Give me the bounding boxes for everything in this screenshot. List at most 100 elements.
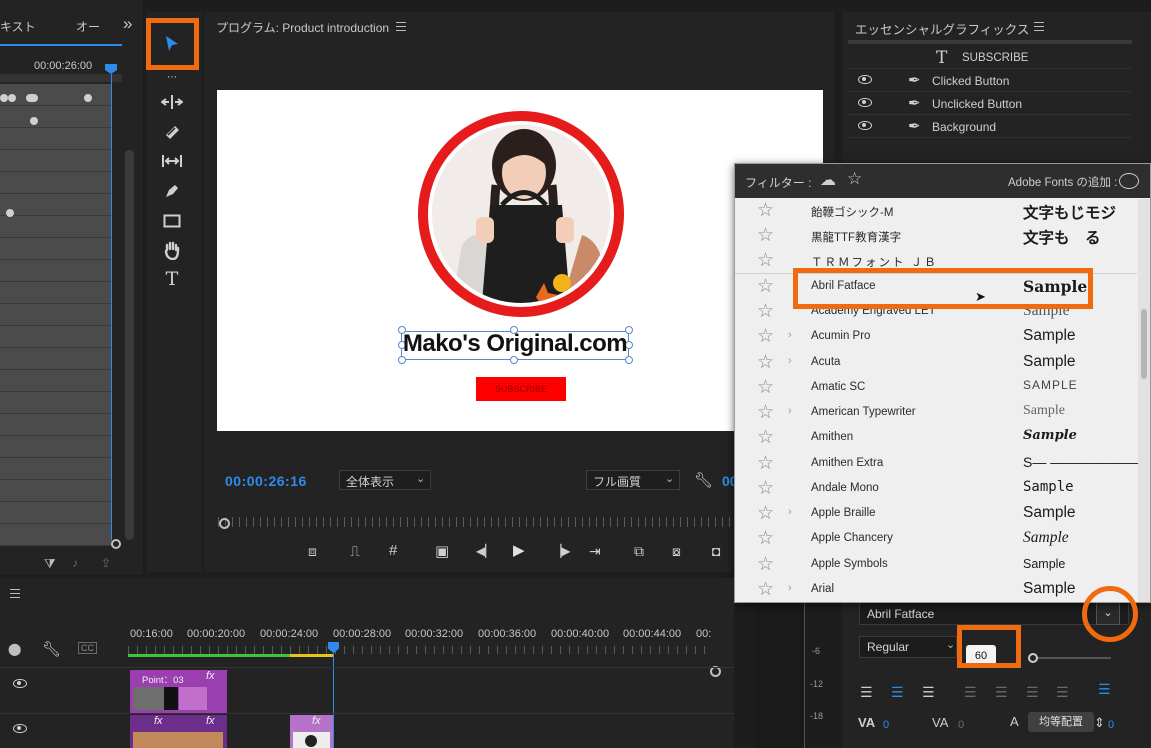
font-list-scroll-thumb[interactable] xyxy=(1141,309,1147,379)
video-clip[interactable]: fx fx xyxy=(130,715,227,748)
font-item[interactable]: ☆ Amatic SC SAMPLE xyxy=(735,376,1137,401)
star-icon[interactable]: ☆ xyxy=(757,352,774,374)
slip-tool-icon[interactable] xyxy=(160,150,184,172)
cloud-filter-icon[interactable]: ☁︎ xyxy=(820,170,836,190)
font-item[interactable]: ☆ › Apple Braille Sample xyxy=(735,502,1137,527)
program-title[interactable]: プログラム: Product introduction xyxy=(216,19,389,36)
go-to-out-icon[interactable]: ⇥ xyxy=(589,543,601,560)
star-icon[interactable]: ☆ xyxy=(757,326,774,348)
eg-menu-icon[interactable] xyxy=(1034,22,1044,31)
align-top-icon[interactable]: ☰ xyxy=(1098,681,1111,698)
font-item[interactable]: ☆ › Acumin Pro Sample xyxy=(735,325,1137,350)
essential-graphics-title[interactable]: エッセンシャルグラフィックス xyxy=(855,19,1029,38)
star-icon[interactable]: ☆ xyxy=(757,478,774,500)
favorites-filter-icon[interactable]: ☆ xyxy=(847,169,862,189)
fit-select[interactable]: 全体表示 ⌄ xyxy=(339,470,431,490)
font-dropdown-list[interactable]: フィルター : ☁︎ ☆ Adobe Fonts の追加 : ☆ 飴鞭ゴシック-… xyxy=(734,163,1151,603)
canvas-title-text[interactable]: Mako's Original.com xyxy=(401,330,629,358)
rectangle-tool-icon[interactable] xyxy=(160,210,184,232)
tracking-icon[interactable]: VA xyxy=(932,715,948,730)
tab-text[interactable]: キスト xyxy=(0,18,36,35)
eye-icon[interactable] xyxy=(858,75,872,84)
program-menu-icon[interactable] xyxy=(396,22,406,31)
star-icon[interactable]: ☆ xyxy=(757,225,774,247)
star-icon[interactable]: ☆ xyxy=(757,276,774,298)
star-icon[interactable]: ☆ xyxy=(757,301,774,323)
vertical-scrollbar[interactable] xyxy=(125,150,134,540)
keyframe-dot[interactable] xyxy=(30,117,38,125)
justify-right-icon[interactable]: ☰ xyxy=(1026,684,1039,701)
extract-icon[interactable]: ⧇ xyxy=(672,543,681,560)
eye-icon[interactable] xyxy=(858,121,872,130)
font-size-slider[interactable] xyxy=(1033,657,1111,659)
graphic-clip[interactable]: Point：03 fx xyxy=(130,670,227,713)
snap-icon[interactable]: ⬤ xyxy=(8,642,21,656)
lift-icon[interactable]: ⧉ xyxy=(634,543,644,560)
font-item[interactable]: ☆ Amithen Extra S— ——————— xyxy=(735,452,1148,477)
star-icon[interactable]: ☆ xyxy=(757,427,774,449)
leading-value[interactable]: 0 xyxy=(1108,719,1114,731)
track-eye-icon[interactable] xyxy=(13,679,27,688)
align-center-icon[interactable]: ☰ xyxy=(891,684,904,701)
step-forward-icon[interactable]: ▕▶ xyxy=(552,544,570,558)
mark-in-icon[interactable]: ⧈ xyxy=(308,543,317,560)
chevron-right-icon[interactable]: › xyxy=(788,355,792,367)
keyframe-dot[interactable] xyxy=(8,94,16,102)
timeline-menu-icon[interactable] xyxy=(10,589,20,598)
pen-tool-icon[interactable] xyxy=(160,180,184,202)
video-clip[interactable]: fx xyxy=(290,715,333,748)
step-back-icon[interactable]: ◀▏ xyxy=(476,544,494,558)
justify-left-icon[interactable]: ☰ xyxy=(964,684,977,701)
program-timecode[interactable]: 00:00:26:16 xyxy=(225,473,307,489)
font-item[interactable]: ☆ › American Typewriter Sample xyxy=(735,401,1137,426)
tab-audio[interactable]: オー xyxy=(76,18,100,35)
kerning-value[interactable]: 0 xyxy=(883,719,889,731)
chevron-right-icon[interactable]: › xyxy=(788,506,792,518)
tracking-value[interactable]: 0 xyxy=(958,719,964,731)
razor-tool-icon[interactable] xyxy=(160,121,184,143)
star-icon[interactable]: ☆ xyxy=(757,528,774,550)
align-left-icon[interactable]: ☰ xyxy=(860,684,873,701)
star-icon[interactable]: ☆ xyxy=(757,250,774,272)
safe-margins-icon[interactable]: ▣ xyxy=(435,542,449,560)
justify-all-icon[interactable]: ☰ xyxy=(1056,684,1069,701)
chevron-right-icon[interactable]: › xyxy=(788,405,792,417)
layer-row-unclicked-button[interactable]: ✒ Unclicked Button xyxy=(848,92,1132,115)
timeline-ruler[interactable] xyxy=(128,646,710,654)
captions-icon[interactable]: CC xyxy=(78,642,97,654)
keyframe-dot[interactable] xyxy=(0,94,8,102)
star-icon[interactable]: ☆ xyxy=(757,377,774,399)
hand-tool-icon[interactable] xyxy=(160,239,184,261)
font-style-select[interactable]: Regular ⌄ xyxy=(859,636,957,658)
program-ruler[interactable] xyxy=(218,517,738,527)
playhead-handle-icon[interactable] xyxy=(219,518,230,529)
play-icon[interactable]: ▶ xyxy=(513,541,525,559)
timeline-wrench-icon[interactable]: 🔧︎ xyxy=(42,640,61,658)
chevron-right-icon[interactable]: › xyxy=(788,329,792,341)
font-item[interactable]: ☆ 飴鞭ゴシック-M 文字もじモジ xyxy=(735,199,1137,224)
layer-row-subscribe[interactable]: T SUBSCRIBE xyxy=(848,46,1132,69)
camera-icon[interactable]: ◘ xyxy=(712,543,720,559)
more-tabs-icon[interactable]: » xyxy=(123,14,132,34)
font-item[interactable]: ☆ Andale Mono Sample xyxy=(735,477,1137,502)
creative-cloud-icon[interactable] xyxy=(1119,173,1139,189)
ripple-edit-tool-icon[interactable] xyxy=(160,91,184,113)
align-right-icon[interactable]: ☰ xyxy=(922,684,935,701)
scroll-handle-icon[interactable] xyxy=(111,539,121,549)
add-marker-icon[interactable]: # xyxy=(389,542,397,559)
eye-icon[interactable] xyxy=(858,98,872,107)
baseline-shift-icon[interactable]: ⇕ xyxy=(1094,715,1105,731)
keyframe-dot[interactable] xyxy=(26,94,38,102)
type-tool-icon[interactable]: T xyxy=(160,268,184,290)
star-icon[interactable]: ☆ xyxy=(757,579,774,601)
kerning-icon[interactable]: VA xyxy=(858,715,875,730)
star-icon[interactable]: ☆ xyxy=(757,503,774,525)
star-icon[interactable]: ☆ xyxy=(757,200,774,222)
wrench-icon[interactable]: 🔧︎ xyxy=(694,471,713,489)
keyframe-dot[interactable] xyxy=(6,209,14,217)
font-size-slider-handle[interactable] xyxy=(1028,653,1038,663)
layer-row-background[interactable]: ✒ Background xyxy=(848,115,1132,138)
star-icon[interactable]: ☆ xyxy=(757,554,774,576)
filter-icon[interactable]: ⧩ xyxy=(44,556,56,572)
subscribe-button-graphic[interactable]: SUBSCRIBE xyxy=(476,377,566,401)
